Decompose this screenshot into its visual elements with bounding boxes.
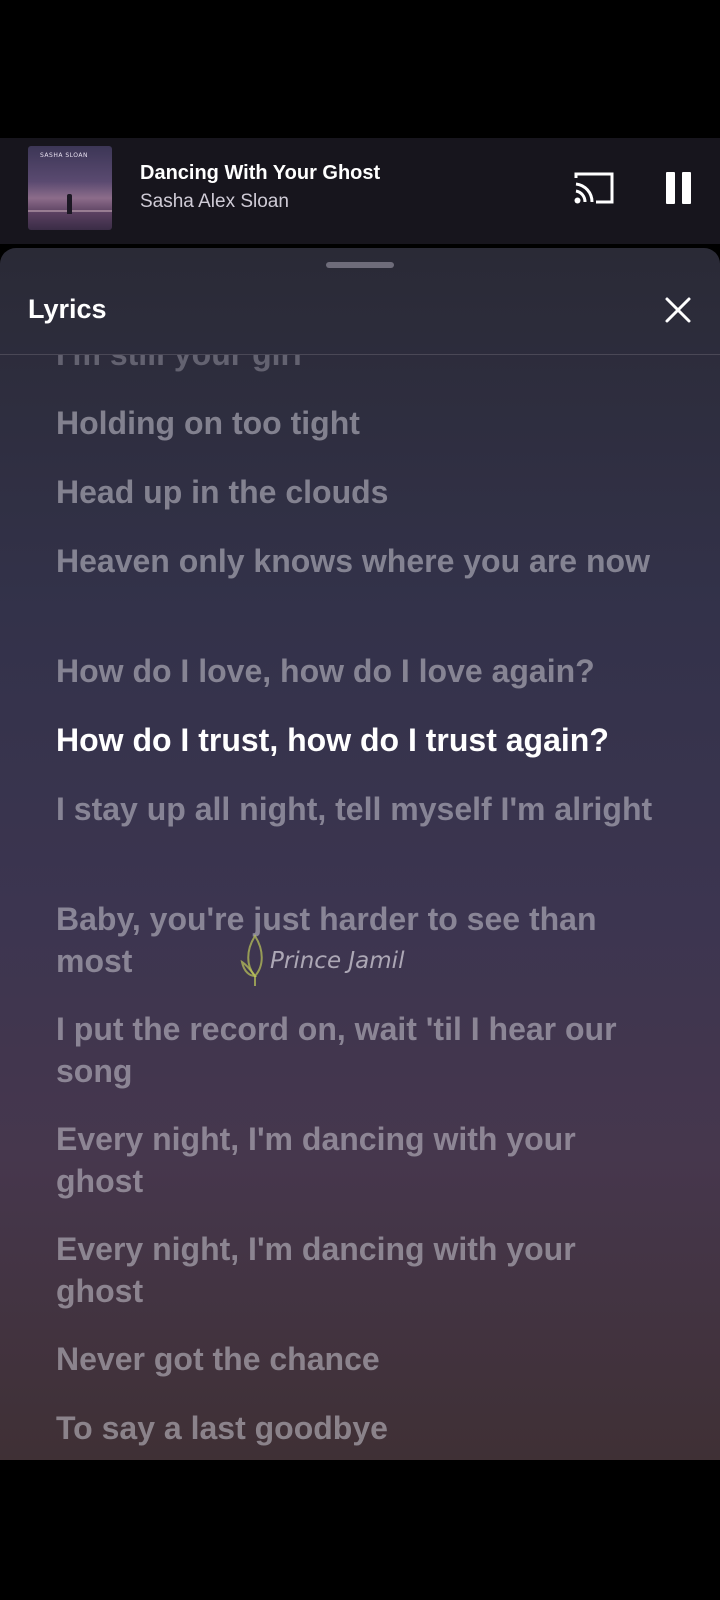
lyric-line[interactable]: Heaven only knows where you are now [56,540,666,582]
lyric-line[interactable]: I'm still your girl [56,355,666,375]
cast-icon [574,172,614,204]
lyric-line[interactable]: Never got the chance [56,1338,666,1380]
lyric-line[interactable]: Every night, I'm dancing with your ghost [56,1118,666,1202]
lyric-line[interactable]: Every night, I'm dancing with your ghost [56,1228,666,1312]
lyric-line[interactable]: Holding on too tight [56,402,666,444]
watermark: Prince Jamil [240,934,440,1000]
bottom-black-area [0,1460,720,1600]
lyrics-title: Lyrics [28,294,107,324]
album-art-figure [67,194,72,214]
status-bar-area [0,0,720,138]
lyric-line[interactable]: I put the record on, wait 'til I hear ou… [56,1008,666,1092]
mini-player[interactable]: SASHA SLOAN Dancing With Your Ghost Sash… [0,138,720,244]
lyric-line[interactable]: I stay up all night, tell myself I'm alr… [56,788,666,830]
cast-button[interactable] [572,170,616,206]
lyrics-sheet: Lyrics I'm still your girl Holding on to… [0,248,720,1460]
lyric-line[interactable]: How do I love, how do I love again? [56,650,666,692]
lyric-line[interactable]: To say a last goodbye [56,1407,666,1449]
track-artist[interactable]: Sasha Alex Sloan [140,191,289,213]
lyric-line-active[interactable]: How do I trust, how do I trust again? [56,719,666,761]
close-button[interactable] [660,292,696,328]
album-art[interactable]: SASHA SLOAN [28,146,112,230]
lyric-line[interactable]: Head up in the clouds [56,471,666,513]
watermark-text: Prince Jamil [270,948,405,974]
album-art-text: SASHA SLOAN [40,152,89,159]
leaf-icon [240,934,263,986]
lyrics-header: Lyrics [0,268,720,355]
lyrics-list[interactable]: I'm still your girl Holding on too tight… [0,355,720,1460]
track-title[interactable]: Dancing With Your Ghost [140,162,380,185]
pause-button[interactable] [662,170,696,206]
close-icon [665,297,691,323]
